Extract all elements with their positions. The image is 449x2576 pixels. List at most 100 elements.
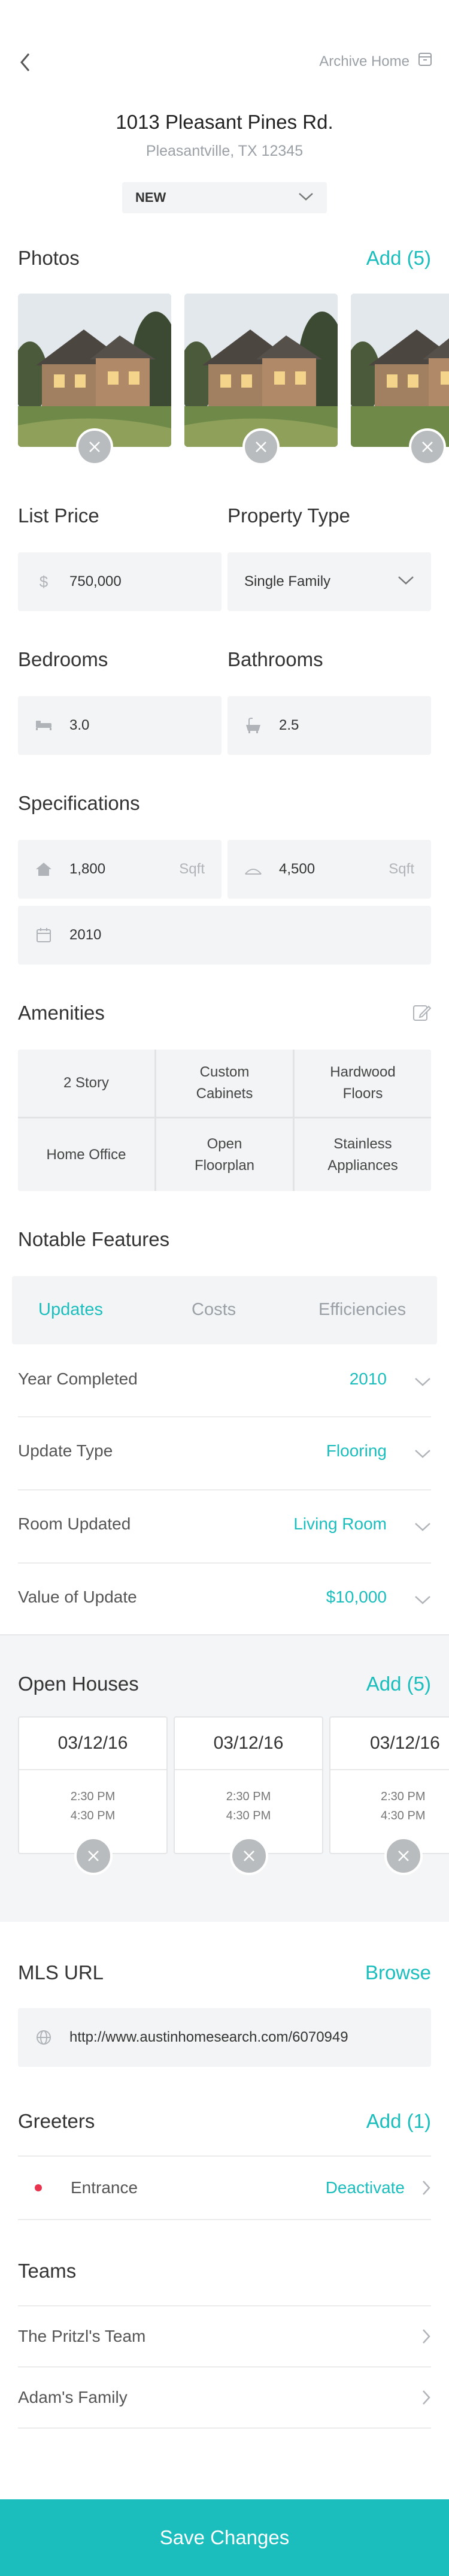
update-row-value: Flooring [326,1441,387,1460]
bed-icon [35,716,53,734]
year-built-input[interactable]: 2010 [18,906,431,965]
status-select[interactable]: NEW [122,182,327,213]
amenities-title: Amenities [18,1002,105,1024]
bedrooms-input[interactable]: 3.0 [18,696,222,755]
close-icon [244,1851,254,1861]
update-row-value-of-update[interactable]: Value of Update $10,000 [0,1564,449,1635]
globe-icon [35,2028,53,2046]
tab-updates[interactable]: Updates [38,1300,103,1320]
chevron-down-icon [414,1377,431,1390]
bathrooms-input[interactable]: 2.5 [227,696,431,755]
greeters-title: Greeters [18,2110,95,2132]
update-row-room[interactable]: Room Updated Living Room [0,1490,449,1562]
archive-home-label: Archive Home [319,53,409,69]
list-price-input[interactable]: $ 750,000 [18,552,222,611]
specifications-title: Specifications [18,792,140,814]
greeter-row[interactable]: Entrance Deactivate [0,2157,449,2219]
remove-photo-button[interactable] [409,428,446,465]
lot-sqft-input[interactable]: 4,500 Sqft [227,840,431,899]
open-house-card[interactable]: 03/12/16 2:30 PM 4:30 PM [329,1716,449,1854]
photos-title: Photos [18,247,80,269]
update-row-value: Living Room [293,1514,387,1533]
open-house-time: 2:30 PM 4:30 PM [226,1790,271,1822]
mls-url-value: http://www.austinhomesearch.com/6070949 [69,2029,348,2045]
update-row-value: 2010 [349,1369,387,1388]
amenity-item[interactable]: Custom Cabinets [156,1050,293,1117]
amenity-item[interactable]: Open Floorplan [156,1118,293,1191]
deactivate-greeter-button[interactable]: Deactivate [326,2178,405,2197]
close-icon [422,442,433,452]
chevron-down-icon [298,192,314,204]
add-open-house-button[interactable]: Add (5) [366,1673,431,1695]
chevron-down-icon [414,1449,431,1462]
update-row-label: Room Updated [18,1514,131,1533]
amenity-item[interactable]: Hardwood Floors [295,1050,431,1117]
update-row-type[interactable]: Update Type Flooring [0,1417,449,1489]
open-house-card[interactable]: 03/12/16 2:30 PM 4:30 PM [18,1716,168,1854]
archive-home-button[interactable]: Archive Home [319,52,432,71]
back-button[interactable] [18,50,42,74]
notable-features-tabs: Updates Costs Efficiencies [12,1276,437,1344]
update-row-year[interactable]: Year Completed 2010 [0,1344,449,1416]
chevron-down-icon [414,1522,431,1535]
calendar-icon [35,926,53,944]
divider [18,2219,431,2220]
team-name: Adam's Family [18,2388,128,2406]
bedrooms-label: Bedrooms [18,648,108,670]
add-photos-button[interactable]: Add (5) [366,247,431,270]
bathrooms-value: 2.5 [279,717,299,733]
remove-open-house-button[interactable] [74,1837,113,1875]
lot-sqft-unit: Sqft [389,861,414,877]
year-built-value: 2010 [69,927,102,943]
archive-icon [418,52,432,71]
property-type-select[interactable]: Single Family [227,552,431,611]
teams-title: Teams [18,2260,77,2282]
edit-amenities-button[interactable] [412,1003,432,1025]
open-house-card[interactable]: 03/12/16 2:30 PM 4:30 PM [174,1716,323,1854]
open-house-time: 2:30 PM 4:30 PM [70,1790,116,1822]
mls-url-input[interactable]: http://www.austinhomesearch.com/6070949 [18,2008,431,2067]
close-icon [398,1851,409,1861]
city-state: Pleasantville, TX 12345 [145,143,304,159]
update-row-label: Year Completed [18,1369,138,1388]
amenity-item[interactable]: Stainless Appliances [295,1118,431,1191]
update-row-label: Update Type [18,1441,113,1460]
photo-thumbnail[interactable] [18,294,171,447]
tab-costs[interactable]: Costs [192,1300,236,1320]
close-icon [88,1851,99,1861]
save-changes-label: Save Changes [159,2526,290,2548]
chevron-down-icon [414,1595,431,1609]
close-icon [89,442,100,452]
list-price-value: 750,000 [69,573,122,589]
team-row[interactable]: The Pritzl's Team [0,2306,449,2366]
open-houses-title: Open Houses [18,1673,139,1695]
home-sqft-unit: Sqft [179,861,205,877]
home-sqft-input[interactable]: 1,800 Sqft [18,840,222,899]
update-row-value: $10,000 [326,1588,387,1606]
greeter-status-dot [35,2184,42,2191]
remove-open-house-button[interactable] [384,1837,423,1875]
close-icon [256,442,266,452]
remove-photo-button[interactable] [242,428,280,465]
tab-efficiencies[interactable]: Efficiencies [318,1300,406,1320]
mls-url-title: MLS URL [18,1961,104,1984]
lot-icon [244,860,262,878]
browse-button[interactable]: Browse [365,1961,431,1984]
remove-photo-button[interactable] [76,428,113,465]
list-price-label: List Price [18,504,99,527]
greeter-name: Entrance [71,2178,138,2197]
amenity-item[interactable]: 2 Story [18,1050,154,1117]
back-arrow-icon [20,53,30,71]
photo-thumbnail[interactable] [351,294,449,447]
amenity-item[interactable]: Home Office [18,1118,154,1191]
chevron-right-icon [421,2389,431,2409]
team-row[interactable]: Adam's Family [0,2368,449,2427]
add-greeter-button[interactable]: Add (1) [366,2110,431,2133]
save-changes-button[interactable]: Save Changes [0,2499,449,2576]
bathtub-icon [244,716,262,734]
divider [18,2427,431,2429]
remove-open-house-button[interactable] [230,1837,268,1875]
status-value: NEW [135,190,166,205]
photo-thumbnail[interactable] [184,294,338,447]
house-photo-image [184,294,338,447]
